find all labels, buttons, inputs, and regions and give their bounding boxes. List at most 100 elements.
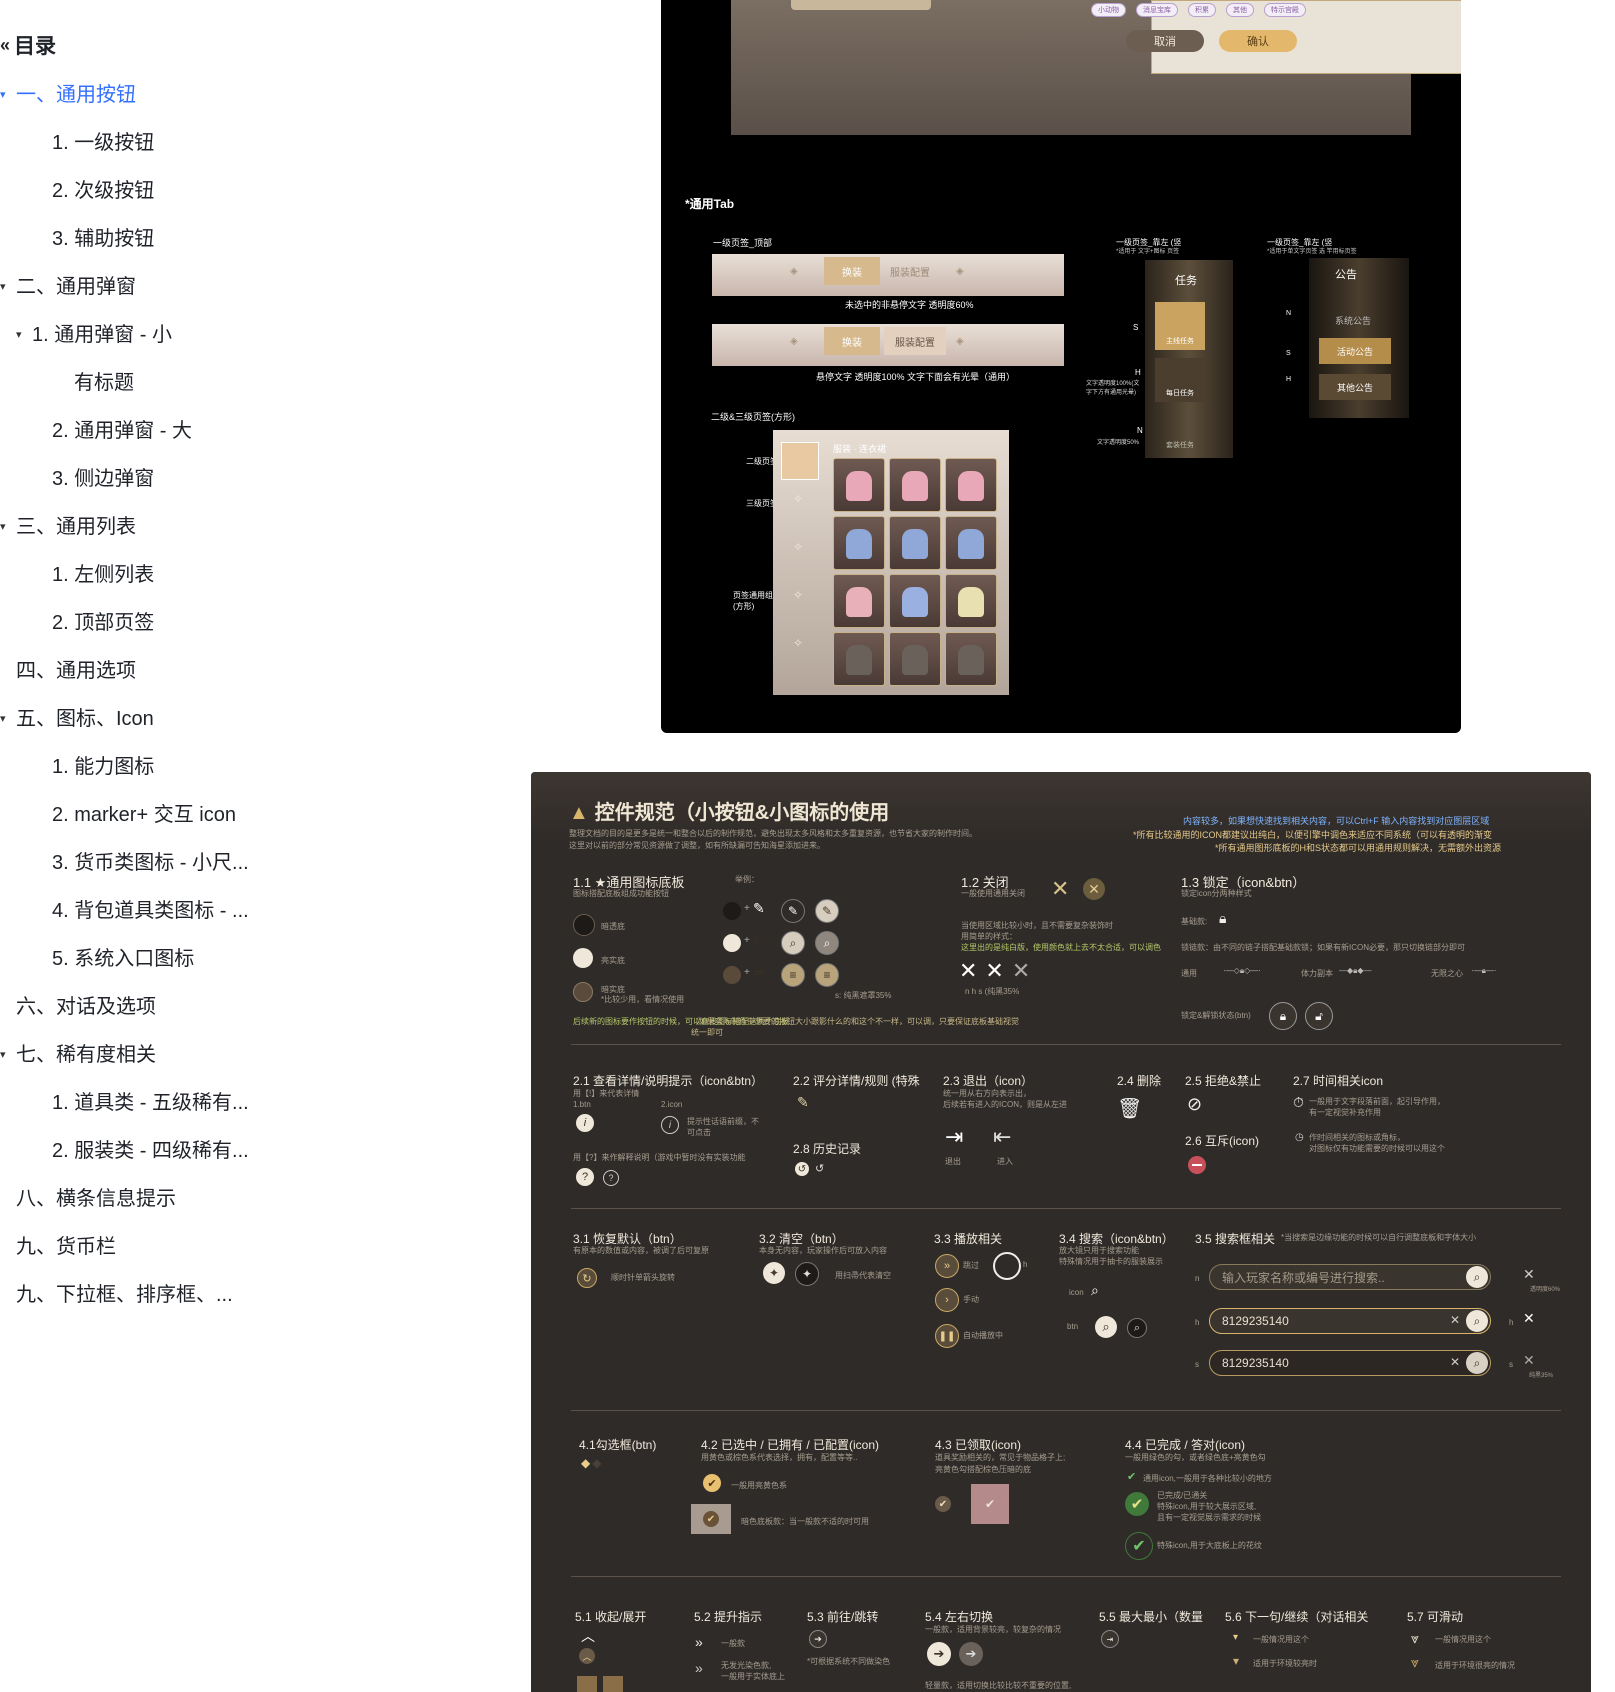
unlock-button[interactable]: 🔓︎ <box>1305 1002 1333 1030</box>
toc-header[interactable]: « 目录 <box>0 30 56 60</box>
example-button[interactable]: ≡ <box>815 963 839 987</box>
outfit-tile[interactable] <box>889 458 941 512</box>
toc-item[interactable]: 有标题 <box>74 368 134 398</box>
task-daily-tab[interactable]: 每日任务 <box>1155 358 1205 402</box>
toc-item[interactable]: 四、通用选项 <box>16 656 136 686</box>
toc-item[interactable]: 2. 服装类 - 四级稀有... <box>52 1136 249 1166</box>
toc-item[interactable]: 3. 货币类图标 - 小尺... <box>52 848 249 878</box>
toc-item[interactable]: 3. 侧边弹窗 <box>52 464 154 494</box>
example-button[interactable]: ✎ <box>815 899 839 923</box>
task-side-tab[interactable]: 套装任务 <box>1155 410 1205 454</box>
dialog-confirm-button[interactable]: 确认 <box>1219 30 1297 52</box>
checkbox-checked[interactable]: ◆ ◆ <box>581 1456 601 1470</box>
filter-chip[interactable]: 积累 <box>1188 3 1216 17</box>
notice-system-tab[interactable]: 系统公告 <box>1335 314 1371 327</box>
tab-fuzhuang-hover[interactable]: 服装配置 <box>884 327 946 355</box>
task-main-tab[interactable]: 主线任务 <box>1155 302 1205 350</box>
l2-tab-selected[interactable] <box>781 442 819 480</box>
expand-arrow-icon[interactable]: ▾ <box>0 80 10 110</box>
toc-item[interactable]: 2. marker+ 交互 icon <box>52 800 236 830</box>
toc-item[interactable]: 5. 系统入口图标 <box>52 944 194 974</box>
notice-event-tab[interactable]: 活动公告 <box>1319 338 1391 364</box>
outfit-tile[interactable] <box>945 574 997 628</box>
outfit-tile[interactable] <box>833 516 885 570</box>
rating-detail-icon[interactable]: ✎ <box>797 1094 809 1111</box>
outfit-tile[interactable] <box>945 516 997 570</box>
clear-button-dark[interactable]: ✦ <box>795 1262 819 1286</box>
outfit-tile[interactable] <box>833 574 885 628</box>
toc-item[interactable]: 2. 次级按钮 <box>52 176 154 206</box>
switch-right-button-dim[interactable]: ➔ <box>959 1642 983 1666</box>
l3-tab-icon[interactable]: ✧ <box>793 540 803 554</box>
clear-button-light[interactable]: ✦ <box>763 1262 785 1284</box>
toc-item[interactable]: 4. 背包道具类图标 - ... <box>52 896 249 926</box>
example-button[interactable]: ✎ <box>781 899 805 923</box>
info-button[interactable]: i <box>576 1114 594 1132</box>
toc-item[interactable]: 1. 左侧列表 <box>52 560 154 590</box>
close-button-round[interactable]: ✕ <box>1083 878 1105 900</box>
close-icon-states[interactable]: ✕✕✕ <box>959 958 1038 984</box>
goto-button[interactable]: ➔ <box>809 1630 827 1648</box>
pause-button[interactable]: ❚❚ <box>935 1324 959 1348</box>
tab-huanzhuang-2[interactable]: 换装 <box>824 327 880 355</box>
toc-item[interactable]: 九、下拉框、排序框、... <box>16 1280 233 1310</box>
collapse-tab-b[interactable] <box>603 1676 623 1692</box>
enter-icon[interactable]: ⇤ <box>993 1124 1011 1150</box>
clear-text-icon-s[interactable]: ✕ <box>1450 1355 1460 1369</box>
collapse-toc-icon[interactable]: « <box>0 35 10 56</box>
filter-chip[interactable]: 其他 <box>1226 3 1254 17</box>
outfit-tile[interactable] <box>833 632 885 686</box>
max-button[interactable]: ⇥ <box>1101 1630 1119 1648</box>
toc-item[interactable]: 六、对话及选项 <box>16 992 156 1022</box>
notice-other-tab[interactable]: 其他公告 <box>1319 374 1391 400</box>
example-button[interactable]: ≡ <box>781 963 805 987</box>
toc-item[interactable]: 1. 一级按钮 <box>52 128 154 158</box>
filter-chip[interactable]: 特示宫殿 <box>1264 3 1306 17</box>
forbid-icon[interactable]: ⊘ <box>1187 1094 1202 1115</box>
collapse-icon[interactable]: ︿ <box>581 1626 595 1646</box>
toc-item[interactable]: ▾ 七、稀有度相关 <box>0 1040 156 1070</box>
skip-button[interactable]: » <box>935 1254 959 1278</box>
filter-chip[interactable]: 消息宝库 <box>1136 3 1178 17</box>
l3-tab-icon[interactable]: ✧ <box>793 492 803 506</box>
exit-icon[interactable]: ⇥ <box>945 1124 963 1150</box>
toc-item[interactable]: ▾ 二、通用弹窗 <box>0 272 136 302</box>
search-button-dark[interactable]: ⌕ <box>1127 1318 1147 1338</box>
outfit-tile[interactable] <box>945 632 997 686</box>
outfit-tile[interactable] <box>889 632 941 686</box>
expand-arrow-icon[interactable]: ▾ <box>0 272 10 302</box>
outfit-tile[interactable] <box>945 458 997 512</box>
switch-right-button[interactable]: ➔ <box>927 1642 951 1666</box>
tab-fuzhuang[interactable]: 服装配置 <box>890 264 930 279</box>
toc-item[interactable]: 八、横条信息提示 <box>16 1184 176 1214</box>
expand-arrow-icon[interactable]: ▾ <box>0 704 10 734</box>
expand-arrow-icon[interactable]: ▾ <box>0 1040 10 1070</box>
outfit-tile[interactable] <box>833 458 885 512</box>
toc-item[interactable]: 1. 道具类 - 五级稀有... <box>52 1088 249 1118</box>
l3-tab-icon[interactable]: ✧ <box>793 588 803 602</box>
help-button[interactable]: ? <box>576 1168 594 1186</box>
outfit-tile[interactable] <box>889 516 941 570</box>
toc-item[interactable]: ▾ 三、通用列表 <box>0 512 136 542</box>
reset-button[interactable]: ↻ <box>577 1268 597 1288</box>
search-field-normal[interactable]: 输入玩家名称或编号进行搜索.. ⌕ <box>1209 1264 1491 1290</box>
toc-item[interactable]: 3. 辅助按钮 <box>52 224 154 254</box>
toc-item[interactable]: ▾ 1. 通用弹窗 - 小 <box>16 320 172 350</box>
expand-arrow-icon[interactable]: ▾ <box>0 512 10 542</box>
example-button[interactable]: ⌕ <box>781 931 805 955</box>
outfit-tile[interactable] <box>889 574 941 628</box>
search-field-hover[interactable]: 8129235140 ✕ ⌕ <box>1209 1308 1491 1334</box>
expand-arrow-icon[interactable]: ▾ <box>16 320 26 350</box>
delete-icon[interactable]: 🗑︎ <box>1117 1096 1142 1121</box>
toc-item[interactable]: 2. 顶部页签 <box>52 608 154 638</box>
toc-item[interactable]: ▾ 一、通用按钮 <box>0 80 136 110</box>
example-button[interactable]: ⌕ <box>815 931 839 955</box>
tab-huanzhuang[interactable]: 换装 <box>824 257 880 285</box>
toc-item[interactable]: ▾ 五、图标、Icon <box>0 704 154 734</box>
search-field-pressed[interactable]: 8129235140 ✕ ⌕ <box>1209 1350 1491 1376</box>
filter-chip[interactable]: 小动物 <box>1091 3 1126 17</box>
toc-item[interactable]: 2. 通用弹窗 - 大 <box>52 416 192 446</box>
toc-item[interactable]: 1. 能力图标 <box>52 752 154 782</box>
l3-tab-icon[interactable]: ✧ <box>793 636 803 650</box>
clear-text-icon[interactable]: ✕ <box>1450 1313 1460 1327</box>
